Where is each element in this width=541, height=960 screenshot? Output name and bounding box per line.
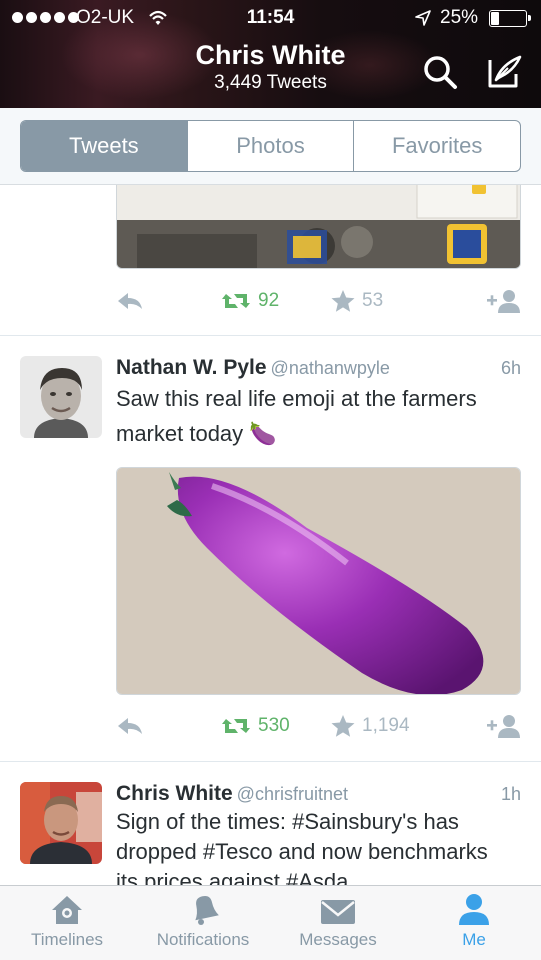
profile-tabs-bar: Tweets Photos Favorites — [0, 108, 541, 185]
add-user-icon — [487, 290, 520, 313]
tweet-timestamp: 6h — [500, 358, 521, 378]
reply-button[interactable] — [116, 286, 144, 316]
tab-photos[interactable]: Photos — [186, 121, 354, 171]
tweet-actions: 530 1,194 — [116, 711, 521, 741]
tweet-item[interactable]: 92 53 — [0, 185, 541, 336]
tweet-item[interactable]: Chris White @chrisfruitnet 1h Sign of the… — [0, 762, 541, 885]
person-icon — [459, 894, 489, 925]
tab-label: Notifications — [156, 930, 250, 949]
tweet-feed[interactable]: 92 53 Nathan W. Pyle @nathanwpyle 6h Saw… — [0, 185, 541, 885]
tab-label: Me — [462, 930, 486, 949]
location-arrow-icon — [415, 10, 431, 26]
tab-label: Timelines — [30, 930, 104, 949]
retweet-button[interactable]: 530 — [220, 711, 290, 741]
retweet-icon — [222, 294, 250, 308]
tab-label: Messages — [299, 930, 377, 949]
tab-notifications[interactable]: Notifications — [143, 886, 263, 960]
retweet-count: 92 — [258, 290, 280, 311]
tweet-text: Sign of the times: #Sainsbury's has drop… — [116, 809, 488, 885]
reply-icon — [118, 718, 142, 734]
tab-messages[interactable]: Messages — [288, 886, 388, 960]
home-icon — [52, 896, 82, 924]
favorite-count: 53 — [362, 290, 384, 311]
avatar[interactable] — [20, 356, 102, 438]
tab-tweets[interactable]: Tweets — [21, 121, 187, 171]
author-name[interactable]: Nathan W. Pyle — [116, 356, 267, 379]
retweet-icon — [222, 719, 250, 733]
bottom-tab-bar: Timelines Notifications Messages Me — [0, 885, 541, 960]
battery-icon — [489, 10, 531, 27]
follow-button[interactable] — [485, 286, 521, 316]
avatar[interactable] — [20, 782, 102, 864]
star-icon — [331, 290, 355, 312]
tab-me[interactable]: Me — [444, 886, 504, 960]
follow-button[interactable] — [485, 711, 521, 741]
profile-segmented-control: Tweets Photos Favorites — [20, 120, 521, 172]
favorite-button[interactable]: 53 — [330, 286, 383, 316]
reply-icon — [118, 293, 142, 309]
tab-timelines[interactable]: Timelines — [18, 886, 116, 960]
tweet-text: Saw this real life emoji at the farmers … — [116, 386, 477, 446]
tweet-header: Nathan W. Pyle @nathanwpyle 6h — [116, 356, 521, 380]
tweet-timestamp: 1h — [500, 784, 521, 804]
reply-button[interactable] — [116, 711, 144, 741]
author-name[interactable]: Chris White — [116, 782, 233, 805]
avatar-photo — [20, 782, 102, 864]
avatar-photo — [20, 356, 102, 438]
profile-header: O2-UK 11:54 25% Chris White 3,449 Tweets — [0, 0, 541, 108]
retweet-count: 530 — [258, 715, 290, 736]
add-user-icon — [487, 715, 520, 738]
tweet-header: Chris White @chrisfruitnet 1h — [116, 782, 521, 806]
author-handle[interactable]: @chrisfruitnet — [237, 784, 348, 804]
battery-percentage: 25% — [440, 7, 479, 28]
tweet-image-graphic — [117, 185, 520, 268]
star-icon — [331, 715, 355, 737]
tweet-actions: 92 53 — [116, 286, 521, 316]
search-icon[interactable] — [420, 52, 460, 92]
author-handle[interactable]: @nathanwpyle — [271, 358, 390, 378]
favorite-count: 1,194 — [362, 715, 410, 736]
envelope-icon — [321, 900, 355, 924]
eggplant-photo — [117, 468, 520, 694]
compose-tweet-icon[interactable] — [484, 52, 524, 92]
status-bar: O2-UK 11:54 25% — [0, 0, 541, 38]
tweet-image[interactable] — [116, 467, 521, 695]
tweet-item[interactable]: Nathan W. Pyle @nathanwpyle 6h Saw this r… — [0, 336, 541, 762]
retweet-button[interactable]: 92 — [220, 286, 279, 316]
favorite-button[interactable]: 1,194 — [330, 711, 410, 741]
tab-favorites[interactable]: Favorites — [353, 121, 520, 171]
bell-icon — [195, 895, 219, 925]
tweet-image[interactable] — [116, 185, 521, 269]
